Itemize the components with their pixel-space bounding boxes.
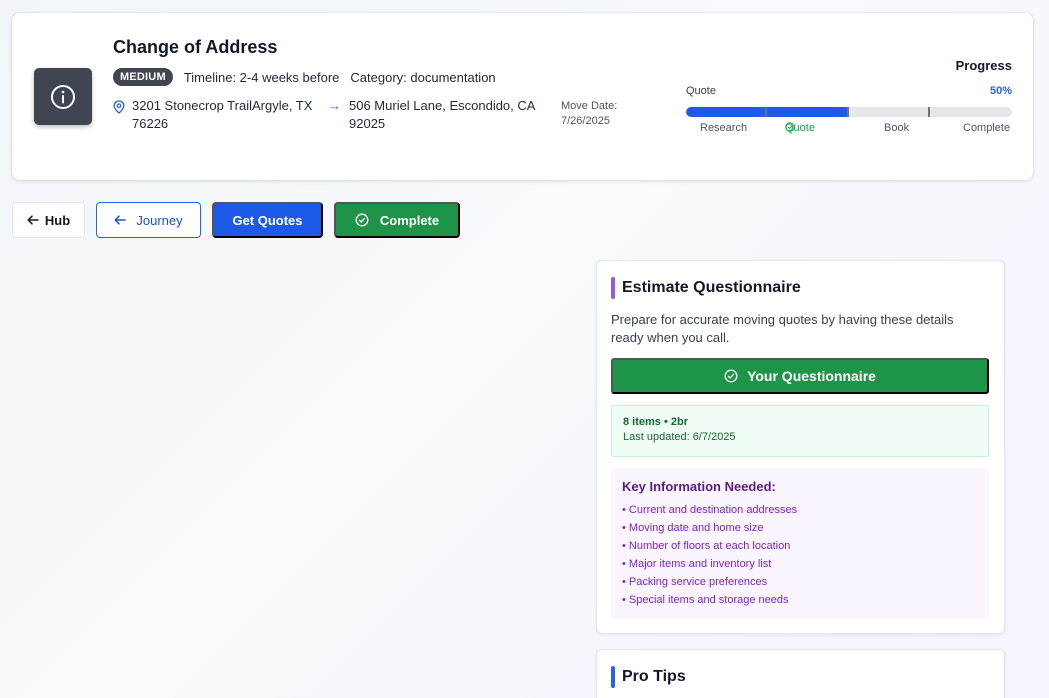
questionnaire-title: Estimate Questionnaire <box>622 279 801 296</box>
priority-badge: MEDIUM <box>113 68 173 86</box>
to-address: 506 Muriel Lane, Escondido, CA 92025 <box>349 98 535 131</box>
estimate-questionnaire-card: Estimate Questionnaire Prepare for accur… <box>596 260 1005 634</box>
step-quote-label: Quote <box>785 122 815 134</box>
timeline-text: Timeline: 2-4 weeks before <box>183 69 340 85</box>
progress-stage: Quote <box>686 85 716 97</box>
key-info-list: • Current and destination addresses • Mo… <box>622 501 978 609</box>
category-text: Category: documentation <box>350 69 496 85</box>
task-header-card: Change of Address MEDIUM Timeline: 2-4 w… <box>12 13 1033 180</box>
address-row: 3201 Stonecrop TrailArgyle, TX 76226 → 5… <box>113 97 551 133</box>
step-research: Research <box>700 122 748 134</box>
your-questionnaire-button[interactable]: Your Questionnaire <box>611 358 989 394</box>
complete-button-label: Complete <box>379 212 440 228</box>
progress-title: Progress <box>955 58 1012 73</box>
card-title-row: Pro Tips <box>611 666 686 688</box>
step-book: Book <box>884 122 910 134</box>
hub-button-label: Hub <box>44 212 71 228</box>
accent-bar <box>611 666 615 688</box>
page-title: Change of Address <box>113 37 278 57</box>
list-item: • Packing service preferences <box>622 576 768 588</box>
journey-button-label: Journey <box>136 212 183 228</box>
questionnaire-description: Prepare for accurate moving quotes by ha… <box>611 312 954 345</box>
progress-tick <box>765 107 767 117</box>
progress-bar <box>686 107 1012 117</box>
check-circle-icon <box>724 369 738 383</box>
progress-tick <box>928 107 930 117</box>
step-complete: Complete <box>963 122 1011 134</box>
accent-bar <box>611 277 615 299</box>
task-meta-row: MEDIUM Timeline: 2-4 weeks before Catego… <box>113 68 496 86</box>
progress-steps: Research Quote Book Complete <box>686 122 1012 136</box>
list-item: • Number of floors at each location <box>622 540 791 552</box>
info-circle-icon <box>34 68 92 125</box>
pro-tips-title: Pro Tips <box>622 668 686 685</box>
move-date: Move Date: 7/26/2025 <box>561 99 617 129</box>
arrow-left-icon <box>27 215 39 225</box>
progress-percent: 50% <box>989 85 1012 97</box>
complete-button[interactable]: Complete <box>334 202 460 238</box>
get-quotes-button[interactable]: Get Quotes <box>212 202 323 238</box>
journey-button[interactable]: Journey <box>96 202 201 238</box>
progress-bar-fill <box>686 107 849 117</box>
step-quote: Quote <box>785 122 815 134</box>
list-item: • Special items and storage needs <box>622 594 789 606</box>
get-quotes-label: Get Quotes <box>232 212 303 228</box>
hub-button[interactable]: Hub <box>12 202 85 238</box>
from-address: 3201 Stonecrop TrailArgyle, TX 76226 <box>132 98 313 131</box>
list-item: • Moving date and home size <box>622 522 764 534</box>
arrow-left-icon <box>114 215 127 225</box>
progress-tick <box>847 107 849 117</box>
card-title-row: Estimate Questionnaire <box>611 277 801 299</box>
key-info-title: Key Information Needed: <box>622 479 776 494</box>
status-items: 8 items • 2br <box>623 416 688 428</box>
questionnaire-status: 8 items • 2br Last updated: 6/7/2025 <box>611 405 989 457</box>
key-information-box: Key Information Needed: • Current and de… <box>611 468 989 619</box>
check-circle-icon <box>355 213 369 227</box>
arrow-right-icon: → <box>328 98 341 113</box>
pro-tips-card: Pro Tips <box>596 649 1005 698</box>
your-questionnaire-label: Your Questionnaire <box>747 368 876 384</box>
status-updated: Last updated: 6/7/2025 <box>623 431 736 443</box>
list-item: • Current and destination addresses <box>622 504 798 516</box>
list-item: • Major items and inventory list <box>622 558 772 570</box>
move-date-label: Move Date: <box>561 100 618 112</box>
move-date-value: 7/26/2025 <box>561 115 610 127</box>
map-pin-icon <box>113 100 125 114</box>
